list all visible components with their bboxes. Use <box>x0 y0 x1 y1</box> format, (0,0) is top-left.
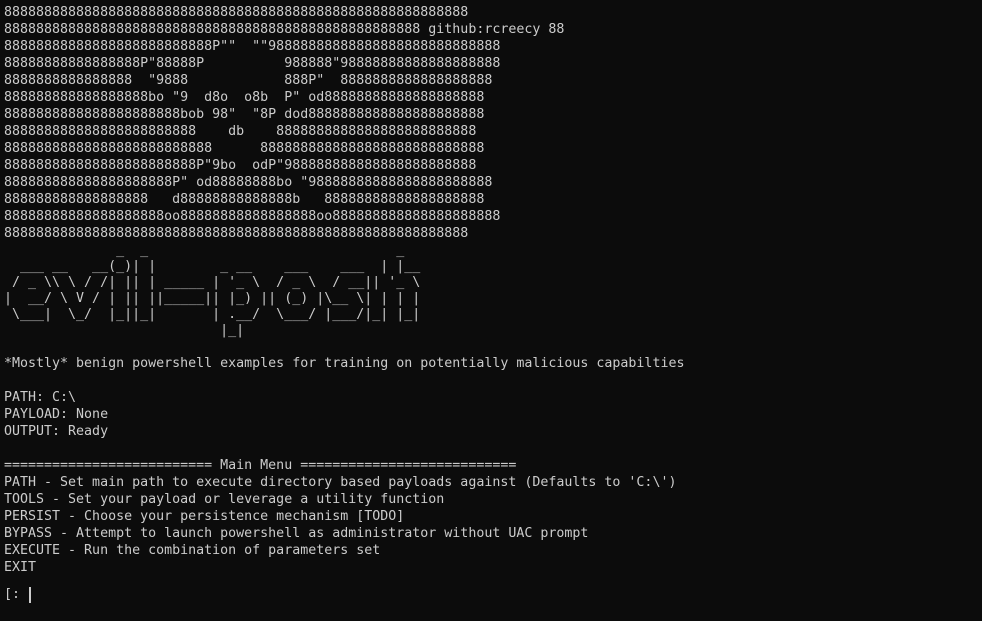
banner-line: 8888888888888888888888888888888888888888… <box>4 226 469 241</box>
menu-item-path: PATH - Set main path to execute director… <box>4 475 677 490</box>
logo-line: _ _ _ <box>4 243 405 258</box>
banner-line: 8888888888888888 "9888 888P" 88888888888… <box>4 73 493 88</box>
text-cursor <box>29 586 32 603</box>
terminal-window[interactable]: 8888888888888888888888888888888888888888… <box>4 4 980 617</box>
logo-line: ___ __ __(_)| | _ __ ___ ___ | |__ <box>4 259 421 274</box>
logo-ascii-art: _ _ _ ___ __ __(_)| | _ __ ___ ___ | |__… <box>4 242 980 338</box>
status-path: PATH: C:\ <box>4 390 77 405</box>
menu-item-execute: EXECUTE - Run the combination of paramet… <box>4 543 381 558</box>
banner-line: 88888888888888888888888888 8888888888888… <box>4 141 485 156</box>
banner-line: 8888888888888888888888bob 98" "8P dod888… <box>4 107 485 122</box>
menu-item-persist: PERSIST - Choose your persistence mechan… <box>4 509 405 524</box>
banner-ascii-art: 8888888888888888888888888888888888888888… <box>4 4 980 242</box>
command-prompt[interactable]: [: <box>4 586 980 603</box>
menu-item-bypass: BYPASS - Attempt to launch powershell as… <box>4 526 589 541</box>
banner-line: 888888888888888888888P" od88888888bo "98… <box>4 175 493 190</box>
banner-line: 88888888888888888888oo88888888888888888o… <box>4 209 501 224</box>
menu-item-exit: EXIT <box>4 560 37 575</box>
main-menu: ========================== Main Menu ===… <box>4 457 980 576</box>
banner-line: 888888888888888888888888 db 888888888888… <box>4 124 477 139</box>
banner-line: 8888888888888888888888888888888888888888… <box>4 22 565 37</box>
banner-line: 888888888888888888 d88888888888888b 8888… <box>4 192 485 207</box>
banner-line: 888888888888888888bo "9 d8o o8b P" od888… <box>4 90 485 105</box>
banner-line: 8888888888888888888888888888888888888888… <box>4 5 469 20</box>
status-payload: PAYLOAD: None <box>4 407 109 422</box>
status-panel: PATH: C:\ PAYLOAD: None OUTPUT: Ready <box>4 389 980 440</box>
logo-line: |_| <box>4 323 245 338</box>
prompt-text: [: <box>4 587 29 602</box>
banner-line: 88888888888888888P"88888P 988888"9888888… <box>4 56 501 71</box>
logo-line: \___| \_/ |_||_| | .__/ \___/ |___/|_| |… <box>4 307 421 322</box>
banner-line: 888888888888888888888888P"9bo odP"988888… <box>4 158 477 173</box>
logo-line: | __/ \ V / | || ||_____|| |_) || (_) |\… <box>4 291 421 306</box>
menu-item-tools: TOOLS - Set your payload or leverage a u… <box>4 492 445 507</box>
status-output: OUTPUT: Ready <box>4 424 109 439</box>
tagline: *Mostly* benign powershell examples for … <box>4 356 685 371</box>
menu-header: ========================== Main Menu ===… <box>4 458 517 473</box>
banner-line: 88888888888888888888888888P"" ""98888888… <box>4 39 501 54</box>
logo-line: / _ \\ \ / /| || | _____ | '_ \ / _ \ / … <box>4 275 421 290</box>
